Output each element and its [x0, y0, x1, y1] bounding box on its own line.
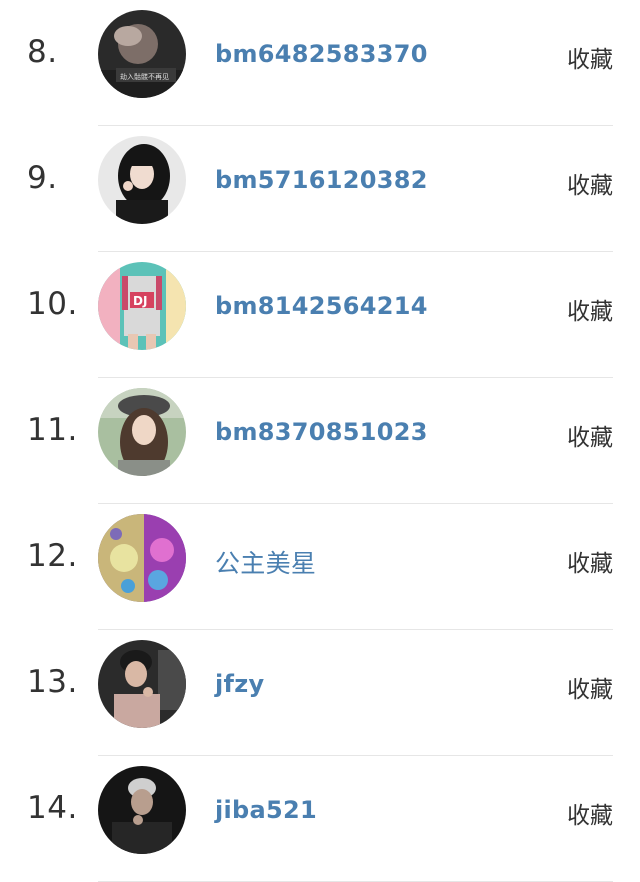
avatar[interactable]	[98, 640, 186, 728]
username-link[interactable]: bm5716120382	[215, 166, 428, 194]
favorite-button[interactable]: 收藏	[567, 292, 613, 326]
username-link[interactable]: bm6482583370	[215, 40, 428, 68]
rank-number: 9.	[27, 160, 58, 196]
rank-number: 13.	[27, 664, 78, 700]
username-link[interactable]: jfzy	[215, 670, 264, 698]
avatar[interactable]	[98, 514, 186, 602]
rank-number: 14.	[27, 790, 78, 826]
username-link[interactable]: bm8370851023	[215, 418, 428, 446]
avatar-caption: 劫入骷髅不再见	[120, 72, 169, 81]
list-item: 8. 劫入骷髅不再见 bm6482583370 收藏	[0, 0, 640, 126]
favorite-button[interactable]: 收藏	[567, 670, 613, 704]
avatar[interactable]: 劫入骷髅不再见	[98, 10, 186, 98]
list-item: 9. bm5716120382 收藏	[0, 126, 640, 252]
avatar[interactable]	[98, 766, 186, 854]
favorite-button[interactable]: 收藏	[567, 544, 613, 578]
list-item: 13. jfzy 收藏	[0, 630, 640, 756]
list-item: 11. bm8370851023 收藏	[0, 378, 640, 504]
favorite-button[interactable]: 收藏	[567, 418, 613, 452]
avatar[interactable]: DJ	[98, 262, 186, 350]
avatar-caption: DJ	[133, 294, 147, 308]
username-link[interactable]: 公主美星	[215, 544, 316, 580]
favorite-button[interactable]: 收藏	[567, 166, 613, 200]
rank-number: 12.	[27, 538, 78, 574]
username-link[interactable]: jiba521	[215, 796, 317, 824]
favorite-button[interactable]: 收藏	[567, 796, 613, 830]
username-link[interactable]: bm8142564214	[215, 292, 428, 320]
list-item: 14. jiba521 收藏	[0, 756, 640, 882]
list-item: 10. DJ bm8142564214 收藏	[0, 252, 640, 378]
rank-number: 10.	[27, 286, 78, 322]
rank-number: 8.	[27, 34, 58, 70]
avatar[interactable]	[98, 388, 186, 476]
rank-number: 11.	[27, 412, 78, 448]
favorite-button[interactable]: 收藏	[567, 40, 613, 74]
avatar[interactable]	[98, 136, 186, 224]
list-item: 12. 公主美星 收藏	[0, 504, 640, 630]
